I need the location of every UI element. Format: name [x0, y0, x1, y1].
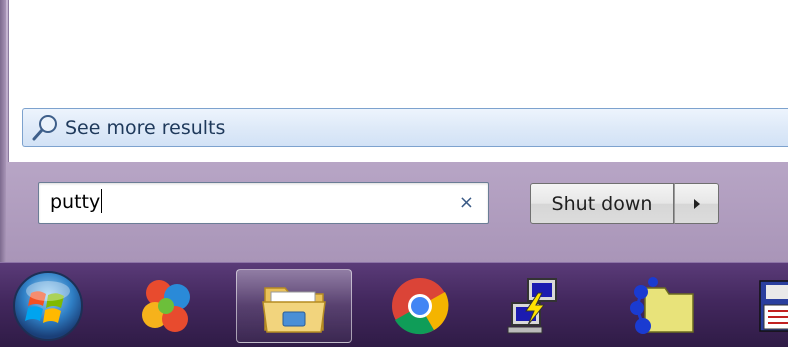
taskbar-partial-app[interactable]	[750, 269, 788, 343]
chrome-icon	[392, 278, 449, 335]
start-menu-left-edge	[0, 0, 6, 262]
shutdown-button[interactable]: Shut down	[530, 183, 674, 224]
taskbar	[0, 262, 788, 347]
folder-icon	[262, 287, 326, 333]
search-input[interactable]: putty ×	[38, 182, 489, 224]
see-more-results-label: See more results	[65, 116, 226, 139]
search-icon	[32, 114, 57, 140]
taskbar-network-folder[interactable]	[624, 269, 700, 343]
taskbar-pinned-app[interactable]	[128, 269, 204, 343]
network-folder-icon	[630, 277, 694, 334]
colorful-petals-icon	[142, 280, 190, 332]
putty-icon	[507, 278, 557, 334]
clear-search-icon[interactable]: ×	[459, 192, 474, 213]
shutdown-options-button[interactable]	[674, 183, 719, 224]
text-caret	[101, 189, 103, 213]
taskbar-google-chrome[interactable]	[382, 269, 458, 343]
taskbar-putty[interactable]	[496, 269, 572, 343]
windows-logo-icon	[13, 271, 83, 341]
search-input-value: putty	[50, 189, 103, 213]
see-more-results-link[interactable]: See more results	[22, 108, 788, 147]
chevron-right-icon	[693, 198, 700, 209]
shutdown-control: Shut down	[530, 183, 719, 224]
floppy-document-icon	[759, 280, 788, 332]
start-button[interactable]	[10, 269, 86, 343]
start-menu: See more results putty × Shut down	[0, 0, 788, 262]
search-row: putty × Shut down	[8, 162, 788, 250]
taskbar-windows-explorer[interactable]	[236, 269, 352, 343]
